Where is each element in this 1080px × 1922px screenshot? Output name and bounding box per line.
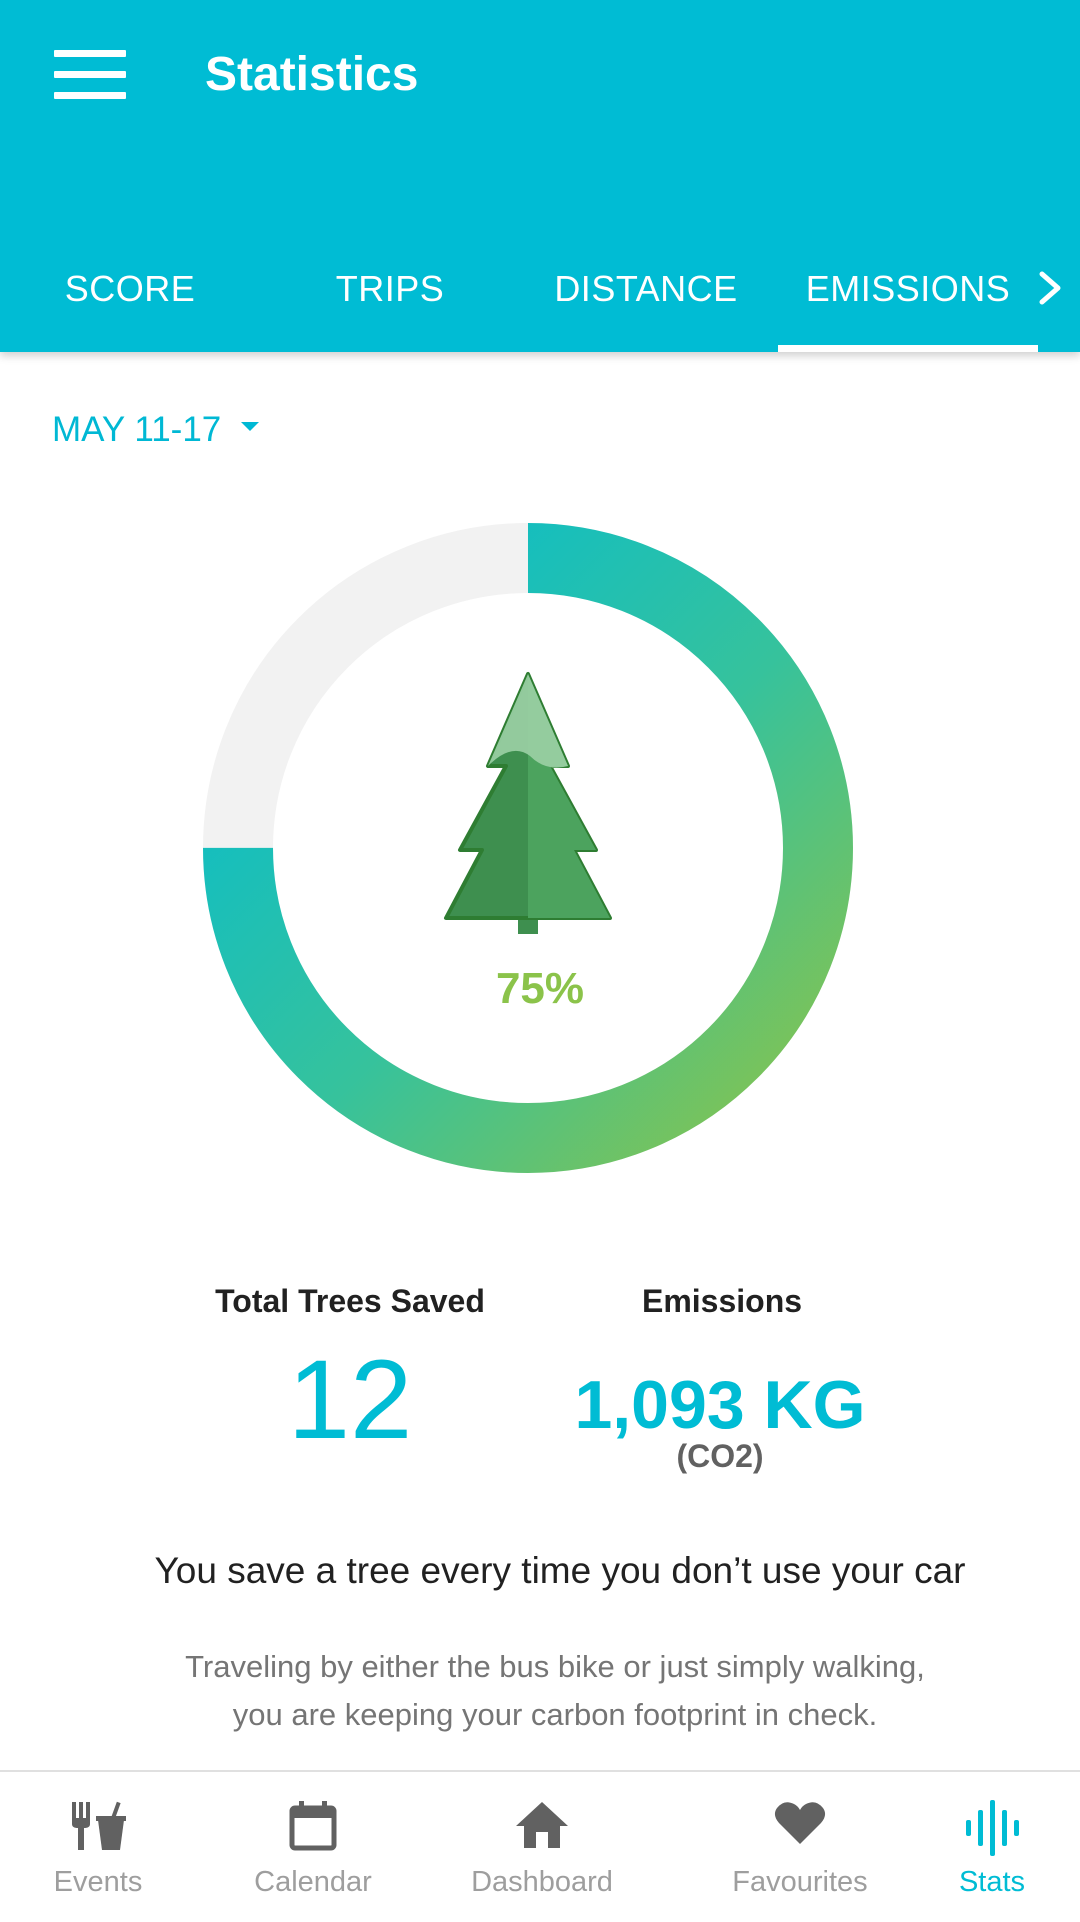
savings-description: Traveling by either the bus bike or just… bbox=[0, 1643, 1080, 1739]
date-range-dropdown[interactable]: MAY 11-17 bbox=[52, 400, 260, 460]
bottom-nav: Events Calendar Dashboard Favourites Sta… bbox=[0, 1770, 1080, 1922]
emissions-unit: (CO2) bbox=[676, 1438, 764, 1474]
nav-calendar[interactable]: Calendar bbox=[235, 1772, 391, 1922]
tab-bar: SCORE TRIPS DISTANCE EMISSIONS bbox=[0, 250, 1080, 352]
trees-saved-label: Total Trees Saved bbox=[215, 1283, 485, 1319]
nav-label: Events bbox=[53, 1866, 143, 1898]
nav-stats[interactable]: Stats bbox=[920, 1772, 1064, 1922]
tab-label: SCORE bbox=[64, 268, 196, 309]
tab-score[interactable]: SCORE bbox=[40, 250, 220, 352]
emissions-label: Emissions bbox=[641, 1283, 803, 1319]
home-icon bbox=[516, 1802, 568, 1848]
description-line: Traveling by either the bus bike or just… bbox=[185, 1649, 925, 1684]
tab-emissions[interactable]: EMISSIONS bbox=[778, 250, 1038, 352]
events-icon bbox=[72, 1801, 126, 1850]
progress-percent: 75% bbox=[495, 964, 585, 1013]
calendar-icon bbox=[289, 1801, 337, 1851]
nav-events[interactable]: Events bbox=[20, 1772, 176, 1922]
tab-trips[interactable]: TRIPS bbox=[300, 250, 480, 352]
caret-down-icon bbox=[241, 421, 260, 431]
nav-label: Stats bbox=[958, 1866, 1026, 1898]
tab-label: TRIPS bbox=[335, 268, 445, 309]
tab-distance[interactable]: DISTANCE bbox=[540, 250, 752, 352]
chevron-right-icon[interactable] bbox=[1030, 268, 1070, 308]
nav-label: Calendar bbox=[254, 1866, 372, 1898]
description-line: you are keeping your carbon footprint in… bbox=[232, 1697, 878, 1732]
app-bar: Statistics SCORE TRIPS DISTANCE EMISSION… bbox=[0, 0, 1080, 352]
savings-headline: You save a tree every time you don’t use… bbox=[154, 1550, 966, 1591]
nav-label: Dashboard bbox=[471, 1866, 613, 1898]
tree-icon bbox=[444, 672, 612, 934]
stats-icon bbox=[966, 1800, 1019, 1856]
emissions-value: 1,093 KG bbox=[574, 1367, 866, 1443]
page-title: Statistics bbox=[205, 48, 419, 101]
progress-ring bbox=[203, 523, 853, 1173]
tab-label: DISTANCE bbox=[554, 268, 738, 309]
nav-favourites[interactable]: Favourites bbox=[718, 1772, 882, 1922]
heart-icon bbox=[774, 1802, 826, 1844]
tab-label: EMISSIONS bbox=[805, 268, 1011, 309]
nav-dashboard[interactable]: Dashboard bbox=[450, 1772, 634, 1922]
date-range-label: MAY 11-17 bbox=[52, 410, 222, 449]
menu-icon[interactable] bbox=[54, 50, 126, 100]
trees-saved-value: 12 bbox=[287, 1337, 413, 1462]
nav-label: Favourites bbox=[732, 1866, 868, 1898]
